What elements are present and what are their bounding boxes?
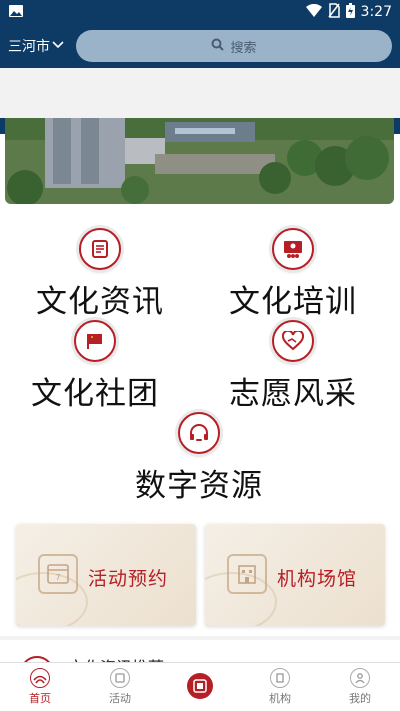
nav-center[interactable] [160,663,240,711]
news-section-title: 文化资讯推荐 [68,654,164,662]
flag-icon [74,320,116,362]
category-label: 文化培训 [229,284,357,320]
nav-profile[interactable]: 我的 [320,663,400,711]
nav-activity[interactable]: 活动 [80,663,160,711]
category-digital-resources[interactable]: 数字资源 [99,412,299,505]
category-culture-training[interactable]: 文化培训 [193,228,393,321]
battery-icon [345,2,355,22]
center-logo-icon [187,673,213,699]
header-spacer [0,68,400,122]
search-placeholder: 搜索 [230,40,257,56]
home-icon [30,668,50,688]
search-icon [211,38,225,55]
card-title: 机构场馆 [277,568,358,590]
building-icon [227,554,267,594]
wifi-icon [305,3,322,21]
svg-text:7: 7 [55,573,60,582]
category-grid: 文化资讯 文化培训 文化社团 志愿风采 数字资源 [0,214,400,514]
news-icon [79,228,121,270]
feature-cards: 7 活动预约 机构场馆 [0,514,400,636]
image-icon [8,3,24,22]
activity-booking-card[interactable]: 7 活动预约 [16,524,196,626]
calendar-icon: 7 [38,554,78,594]
no-sim-icon [327,2,340,22]
chevron-down-icon [52,38,64,54]
nav-label: 机构 [269,692,291,705]
profile-icon [350,668,370,688]
city-label: 三河市 [8,39,50,55]
city-selector[interactable]: 三河市 [8,36,64,56]
category-label: 数字资源 [135,468,263,504]
status-bar: 3:27 [0,0,400,24]
nav-label: 我的 [349,692,371,705]
category-label: 文化社团 [31,376,159,412]
volunteer-heart-icon [272,320,314,362]
institution-icon [270,668,290,688]
category-culture-news[interactable]: 文化资讯 [0,228,200,321]
app-header: 三河市 搜索 [0,24,400,68]
banner-image [5,118,394,204]
category-label: 志愿风采 [229,376,357,412]
category-culture-clubs[interactable]: 文化社团 [0,320,195,413]
nav-institution[interactable]: 机构 [240,663,320,711]
institution-venue-card[interactable]: 机构场馆 [205,524,385,626]
search-input[interactable]: 搜索 [76,30,392,62]
headset-icon [178,412,220,454]
category-label: 文化资讯 [36,284,164,320]
card-title: 活动预约 [88,568,169,590]
nav-label: 首页 [29,692,51,705]
activity-icon [110,668,130,688]
category-volunteer[interactable]: 志愿风采 [193,320,393,413]
clock-time: 3:27 [360,4,392,20]
nav-home[interactable]: 首页 [0,663,80,711]
banner-carousel[interactable] [0,118,400,214]
bottom-nav: 首页 活动 机构 我的 [0,662,400,711]
nav-label: 活动 [109,692,131,705]
training-icon [272,228,314,270]
news-recommend-section[interactable]: 文化资讯推荐 [0,640,400,662]
